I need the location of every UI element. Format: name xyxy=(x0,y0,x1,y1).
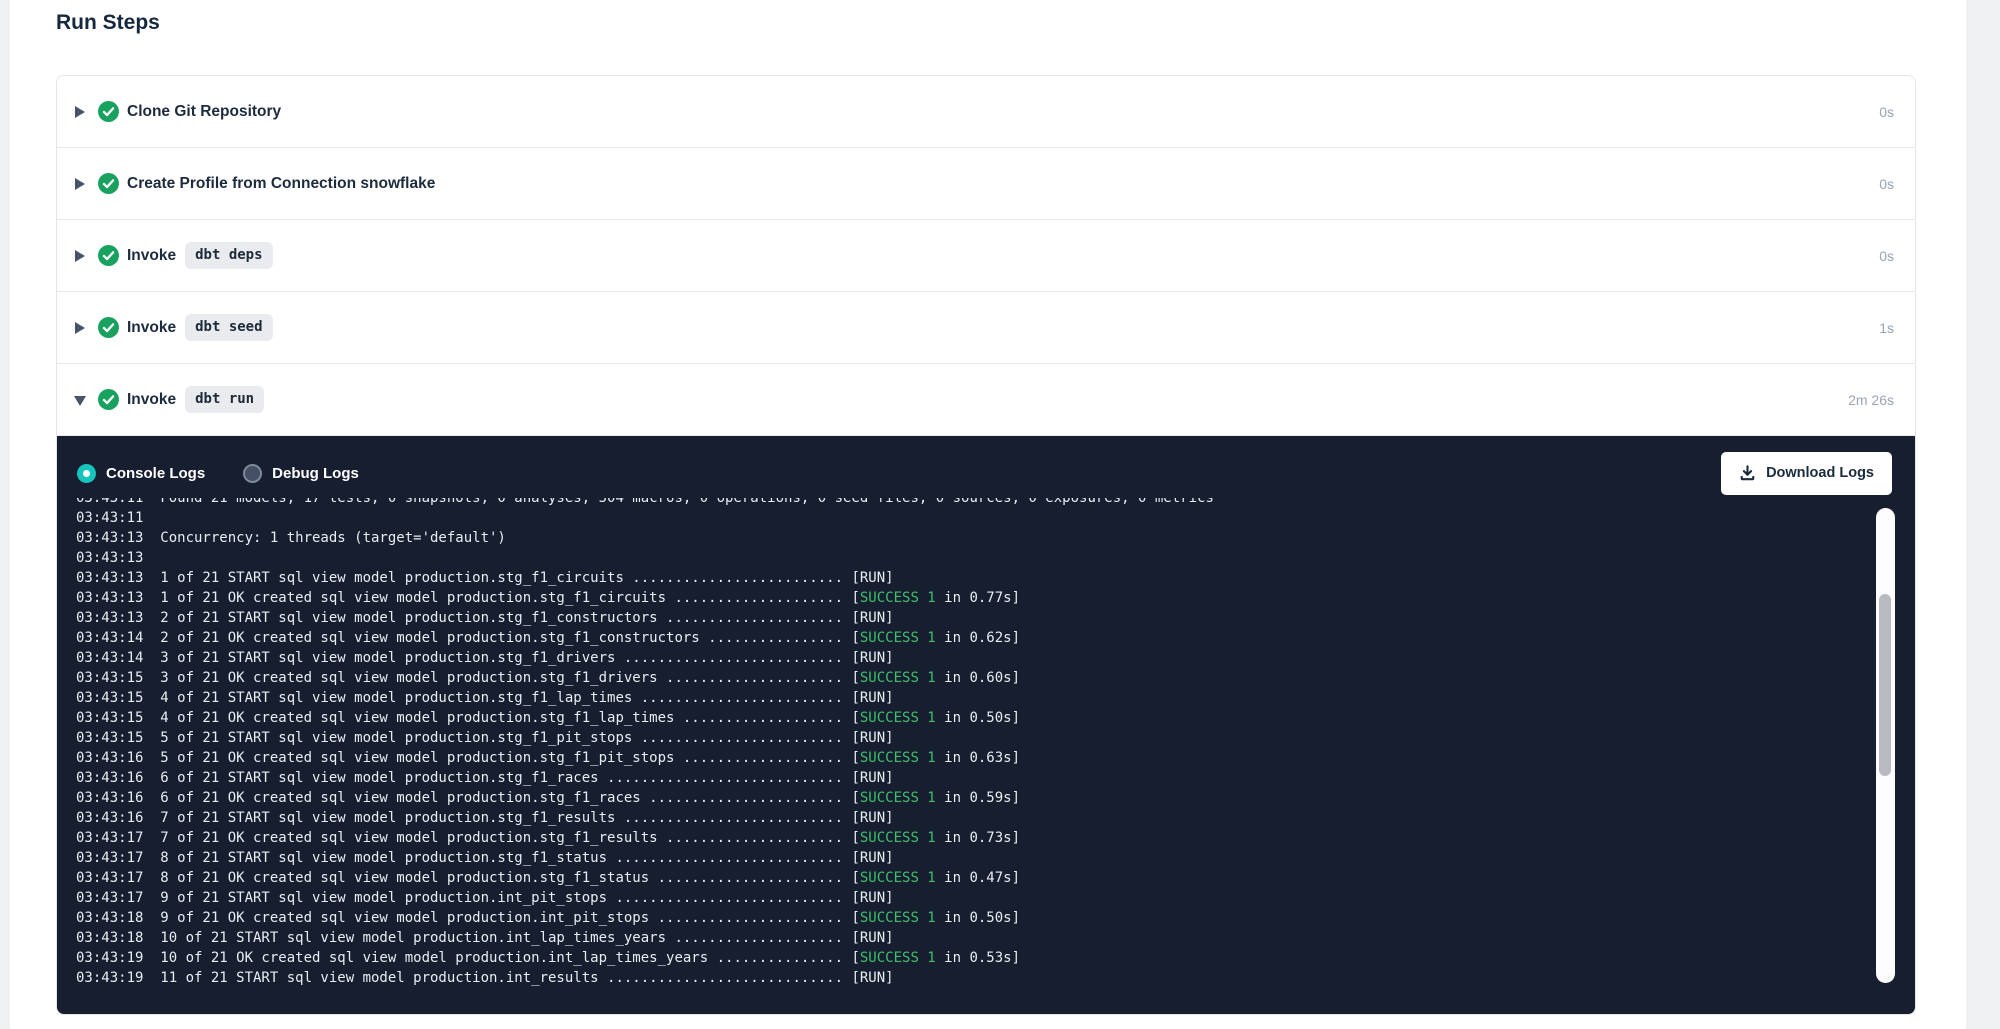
success-check-icon xyxy=(98,101,119,122)
console-logs-radio[interactable]: Console Logs xyxy=(77,464,205,483)
command-chip: dbt run xyxy=(185,386,264,413)
log-type-radio-group: Console Logs Debug Logs xyxy=(77,464,359,483)
log-line: 03:43:11 xyxy=(76,508,1865,528)
log-panel: Console Logs Debug Logs Download Log xyxy=(57,436,1915,1014)
step-duration: 0s xyxy=(1879,104,1894,120)
log-line: 03:43:17 8 of 21 START sql view model pr… xyxy=(76,848,1865,868)
content-sheet: Run Steps Clone Git Repository0sCreate P… xyxy=(10,0,1966,1029)
run-step-row[interactable]: Invoke dbt seed 1s xyxy=(57,292,1915,364)
success-check-icon xyxy=(98,173,119,194)
log-line: 03:43:11 Found 21 models, 17 tests, 0 sn… xyxy=(76,498,1865,508)
radio-selected-icon[interactable] xyxy=(77,464,96,483)
command-chip: dbt deps xyxy=(185,242,272,269)
radio-unselected-icon[interactable] xyxy=(243,464,262,483)
step-label: Clone Git Repository xyxy=(127,103,281,121)
expand-chevron-icon[interactable] xyxy=(74,105,86,119)
log-line: 03:43:13 1 of 21 START sql view model pr… xyxy=(76,568,1865,588)
log-line: 03:43:15 4 of 21 START sql view model pr… xyxy=(76,688,1865,708)
log-line: 03:43:16 5 of 21 OK created sql view mod… xyxy=(76,748,1865,768)
step-duration: 1s xyxy=(1879,320,1894,336)
debug-logs-radio[interactable]: Debug Logs xyxy=(243,464,359,483)
log-line: 03:43:13 Concurrency: 1 threads (target=… xyxy=(76,528,1865,548)
log-line: 03:43:13 1 of 21 OK created sql view mod… xyxy=(76,588,1865,608)
success-check-icon xyxy=(98,317,119,338)
log-line: 03:43:15 4 of 21 OK created sql view mod… xyxy=(76,708,1865,728)
log-line: 03:43:15 3 of 21 OK created sql view mod… xyxy=(76,668,1865,688)
radio-label: Debug Logs xyxy=(272,465,359,482)
download-icon xyxy=(1739,465,1756,482)
step-label: Invoke xyxy=(127,391,176,409)
run-step-row[interactable]: Create Profile from Connection snowflake… xyxy=(57,148,1915,220)
step-duration: 0s xyxy=(1879,176,1894,192)
download-logs-button[interactable]: Download Logs xyxy=(1721,452,1892,495)
download-label: Download Logs xyxy=(1766,465,1874,481)
radio-label: Console Logs xyxy=(106,465,205,482)
step-label: Create Profile from Connection snowflake xyxy=(127,175,435,193)
expand-chevron-icon[interactable] xyxy=(74,321,86,335)
log-line: 03:43:16 7 of 21 START sql view model pr… xyxy=(76,808,1865,828)
command-chip: dbt seed xyxy=(185,314,272,341)
run-step-row[interactable]: Invoke dbt run 2m 26s xyxy=(57,364,1915,436)
page-title: Run Steps xyxy=(56,11,160,35)
expand-chevron-icon[interactable] xyxy=(74,177,86,191)
log-scrollbar-thumb[interactable] xyxy=(1879,594,1891,776)
log-line: 03:43:17 7 of 21 OK created sql view mod… xyxy=(76,828,1865,848)
run-steps-list: Clone Git Repository0sCreate Profile fro… xyxy=(57,76,1915,436)
log-line: 03:43:16 6 of 21 OK created sql view mod… xyxy=(76,788,1865,808)
log-line: 03:43:13 xyxy=(76,548,1865,568)
log-line: 03:43:17 9 of 21 START sql view model pr… xyxy=(76,888,1865,908)
log-panel-header: Console Logs Debug Logs Download Log xyxy=(57,436,1915,498)
success-check-icon xyxy=(98,245,119,266)
run-step-row[interactable]: Invoke dbt deps 0s xyxy=(57,220,1915,292)
log-line: 03:43:16 6 of 21 START sql view model pr… xyxy=(76,768,1865,788)
log-line: 03:43:19 11 of 21 START sql view model p… xyxy=(76,968,1865,988)
log-line: 03:43:18 9 of 21 OK created sql view mod… xyxy=(76,908,1865,928)
log-line: 03:43:14 2 of 21 OK created sql view mod… xyxy=(76,628,1865,648)
step-label: Invoke xyxy=(127,319,176,337)
log-line: 03:43:18 10 of 21 START sql view model p… xyxy=(76,928,1865,948)
log-line: 03:43:13 2 of 21 START sql view model pr… xyxy=(76,608,1865,628)
success-check-icon xyxy=(98,389,119,410)
collapse-chevron-icon[interactable] xyxy=(74,393,86,407)
console-log-viewport: 03:43:11 Found 21 models, 17 tests, 0 sn… xyxy=(76,498,1865,998)
step-label: Invoke xyxy=(127,247,176,265)
run-step-row[interactable]: Clone Git Repository 0s xyxy=(57,76,1915,148)
log-line: 03:43:15 5 of 21 START sql view model pr… xyxy=(76,728,1865,748)
step-duration: 2m 26s xyxy=(1848,392,1894,408)
log-line: 03:43:14 3 of 21 START sql view model pr… xyxy=(76,648,1865,668)
console-log: 03:43:11 Found 21 models, 17 tests, 0 sn… xyxy=(76,498,1865,988)
run-steps-card: Clone Git Repository0sCreate Profile fro… xyxy=(56,75,1916,1015)
expand-chevron-icon[interactable] xyxy=(74,249,86,263)
log-line: 03:43:19 10 of 21 OK created sql view mo… xyxy=(76,948,1865,968)
step-duration: 0s xyxy=(1879,248,1894,264)
log-line: 03:43:17 8 of 21 OK created sql view mod… xyxy=(76,868,1865,888)
log-scrollbar[interactable] xyxy=(1876,508,1895,983)
